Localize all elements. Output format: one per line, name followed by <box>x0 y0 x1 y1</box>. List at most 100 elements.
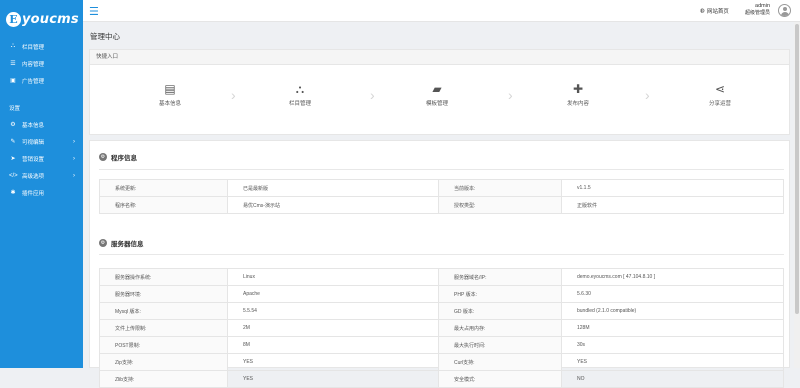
gear-icon: ⚙ <box>10 122 16 128</box>
logo-text: youcms <box>22 11 79 27</box>
sidebar-item-label: 营销设置 <box>22 156 45 163</box>
sidebar-item-label: 高级选项 <box>22 173 45 180</box>
logo[interactable]: E youcms <box>0 0 83 38</box>
menu-toggle-icon[interactable]: ☰ <box>89 5 99 18</box>
table-key: 最大占用内存: <box>438 319 562 337</box>
sidebar-item-label: 插件应用 <box>22 190 45 197</box>
sidebar-item-plugins[interactable]: ✱ 插件应用 <box>0 184 83 201</box>
sidebar-item-advanced[interactable]: </> 高级选项 › <box>0 167 83 184</box>
quick-label: 栏目管理 <box>288 101 311 107</box>
table-value: NO <box>561 370 784 388</box>
quick-basic-info[interactable]: ▤ 基本信息 <box>130 82 210 107</box>
table-row: 文件上传限制: 2M 最大占用内存: 128M <box>99 319 784 337</box>
chevron-right-icon: › <box>73 172 75 179</box>
table-value: Apache <box>227 285 439 303</box>
program-info-title: 程序信息 <box>111 155 137 162</box>
quick-label: 发布内容 <box>566 101 589 107</box>
page-title: 管理中心 <box>90 32 120 41</box>
main-nav: ⛬ 栏目管理 ☰ 内容管理 ▣ 广告管理 <box>0 38 83 89</box>
site-home-link[interactable]: ◍ 网站首页 <box>700 7 729 15</box>
sidebar-item-label: 广告管理 <box>22 78 45 85</box>
site-home-label: 网站首页 <box>706 9 729 15</box>
chevron-right-icon: › <box>508 87 513 103</box>
table-value: YES <box>227 370 439 388</box>
share-icon: ⋖ <box>714 82 726 96</box>
table-key: GD 版本: <box>438 302 562 320</box>
table-value: 易优Cms-演示站 <box>227 196 439 214</box>
scrollbar-thumb[interactable] <box>795 24 799 314</box>
program-info-heading: ⚙ 程序信息 <box>99 152 137 162</box>
folder-open-icon: ▰ <box>432 82 442 96</box>
chevron-right-icon: › <box>231 87 236 103</box>
sitemap-icon: ⛬ <box>295 82 305 96</box>
sidebar-item-marketing[interactable]: ➤ 营销设置 › <box>0 150 83 167</box>
settings-nav: ⚙ 基本信息 ✎ 可视编辑 › ➤ 营销设置 › </> 高级选项 › ✱ 插件… <box>0 116 83 201</box>
quick-access-row: ▤ 基本信息 › ⛬ 栏目管理 › ▰ 模板管理 › ✚ 发布内容 › ⋖ 分享… <box>90 65 789 135</box>
quick-columns[interactable]: ⛬ 栏目管理 <box>260 82 340 107</box>
quick-label: 模板管理 <box>425 101 448 107</box>
server-info-table: 服务器操作系统: Linux 服务器域名/IP: demo.eyoucms.co… <box>99 268 784 388</box>
gear-icon: ⚙ <box>99 239 107 247</box>
table-row: Zlib支持: YES 安全模式: NO <box>99 370 784 388</box>
avatar[interactable] <box>778 4 791 17</box>
sidebar-item-basic-info[interactable]: ⚙ 基本信息 <box>0 116 83 133</box>
chevron-right-icon: › <box>73 138 75 145</box>
table-key: POST限制: <box>99 336 228 354</box>
plus-icon: ✚ <box>572 82 584 96</box>
table-value: 2M <box>227 319 439 337</box>
sidebar-heading-settings: 设置 <box>9 106 21 112</box>
table-key: 服务器操作系统: <box>99 268 228 286</box>
sidebar-item-columns[interactable]: ⛬ 栏目管理 <box>0 38 83 55</box>
sidebar-item-content[interactable]: ☰ 内容管理 <box>0 55 83 72</box>
quick-label: 基本信息 <box>158 101 181 107</box>
sidebar-item-visual-edit[interactable]: ✎ 可视编辑 › <box>0 133 83 150</box>
avatar-body <box>780 12 789 16</box>
chevron-right-icon: › <box>370 87 375 103</box>
server-info-heading: ⚙ 服务器信息 <box>99 238 144 248</box>
table-value: bundled (2.1.0 compatible) <box>561 302 784 320</box>
table-row: 服务器环境: Apache PHP 版本: 5.6.30 <box>99 285 784 303</box>
page-scrollbar[interactable] <box>794 22 800 368</box>
table-value: 已是最新版 <box>227 179 439 197</box>
quick-templates[interactable]: ▰ 模板管理 <box>397 82 477 107</box>
image-icon: ▣ <box>10 78 16 84</box>
user-name: admin <box>755 3 771 9</box>
list-icon: ☰ <box>10 61 16 67</box>
quick-access-title: 快捷入口 <box>90 50 789 65</box>
main-content: 管理中心 快捷入口 ▤ 基本信息 › ⛬ 栏目管理 › ▰ 模板管理 › ✚ 发… <box>83 22 794 388</box>
info-panel: ⚙ 程序信息 系统更新: 已是最新版 当前版本: v1.1.5 程序名称: 易优… <box>89 140 790 388</box>
sidebar-item-label: 栏目管理 <box>22 44 45 51</box>
table-key: 服务器环境: <box>99 285 228 303</box>
table-value: v1.1.5 <box>561 179 784 197</box>
avatar-head <box>782 7 787 11</box>
logo-mark: E <box>6 11 21 27</box>
server-info-title: 服务器信息 <box>111 241 144 248</box>
quick-publish[interactable]: ✚ 发布内容 <box>538 82 618 107</box>
table-row: 程序名称: 易优Cms-演示站 授权类型: 正版软件 <box>99 196 784 214</box>
gear-icon: ⚙ <box>99 153 107 161</box>
edit-icon: ✎ <box>10 139 16 145</box>
table-key: 最大执行时间: <box>438 336 562 354</box>
table-key: PHP 版本: <box>438 285 562 303</box>
table-value: 30s <box>561 336 784 354</box>
chevron-right-icon: › <box>645 87 650 103</box>
table-value: 8M <box>227 336 439 354</box>
table-key: 程序名称: <box>99 196 228 214</box>
table-row: 服务器操作系统: Linux 服务器域名/IP: demo.eyoucms.co… <box>99 268 784 286</box>
program-info-table: 系统更新: 已是最新版 当前版本: v1.1.5 程序名称: 易优Cms-演示站… <box>99 179 784 214</box>
table-row: Mysql 版本: 5.5.54 GD 版本: bundled (2.1.0 c… <box>99 302 784 320</box>
table-key: 安全模式: <box>438 370 562 388</box>
sidebar-item-ads[interactable]: ▣ 广告管理 <box>0 72 83 89</box>
table-row: POST限制: 8M 最大执行时间: 30s <box>99 336 784 354</box>
table-key: 当前版本: <box>438 179 562 197</box>
table-key: 文件上传限制: <box>99 319 228 337</box>
divider <box>99 254 784 255</box>
table-key: 系统更新: <box>99 179 228 197</box>
topbar: ☰ ◍ 网站首页 admin 超级管理员 <box>83 0 800 22</box>
table-value: 正版软件 <box>561 196 784 214</box>
user-info[interactable]: admin 超级管理员 <box>745 3 770 17</box>
quick-share[interactable]: ⋖ 分享运营 <box>680 82 760 107</box>
sidebar-item-label: 内容管理 <box>22 61 45 68</box>
table-value: Linux <box>227 268 439 286</box>
table-value: 5.6.30 <box>561 285 784 303</box>
